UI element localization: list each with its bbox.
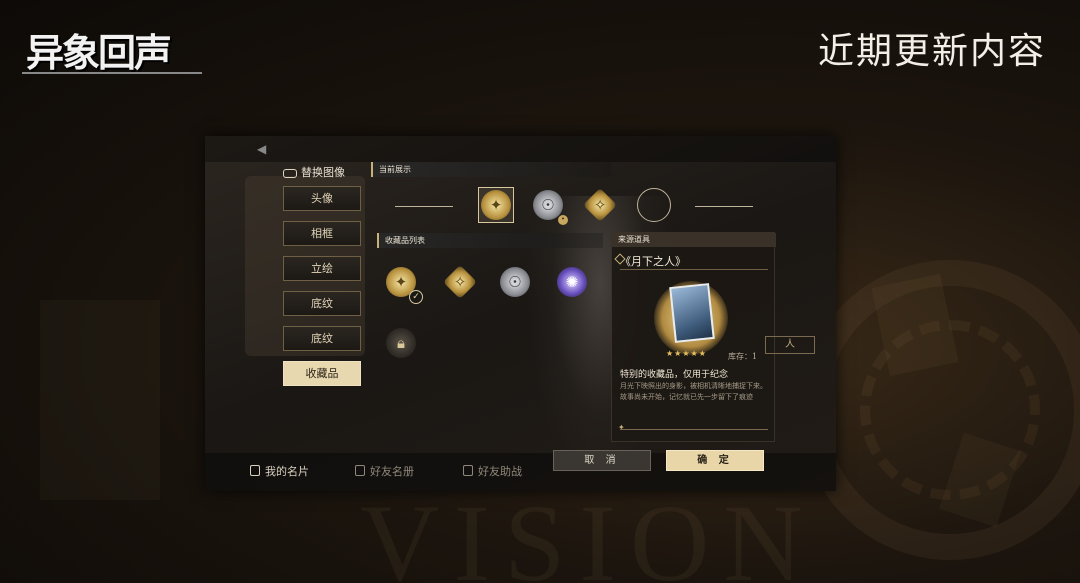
back-arrow-icon[interactable]: ◀ [257,142,266,156]
empty-slot-icon [637,188,671,222]
display-slot-3[interactable]: ✧ [582,187,618,223]
cancel-button[interactable]: 取 消 [553,450,651,471]
item-description-body: 月光下映照出的身影，被相机清晰地捕捉下来。故事尚未开始，记忆就已先一步留下了痕迹 [620,382,767,401]
check-icon: ✓ [409,290,423,304]
gold-diamond-icon: ✧ [583,188,617,222]
tab-avatar[interactable]: 头像 [283,186,361,211]
tab-pattern-2[interactable]: 底纹 [283,326,361,351]
collection-item-1[interactable]: ✦ ✓ [383,264,423,304]
screenshot-top-bar [205,136,836,162]
detail-header: 来源道具 [612,233,776,247]
detail-footer-line [620,429,768,430]
collection-item-5[interactable]: 🔒︎ [383,325,419,361]
item-name: 《月下之人》 [620,255,686,268]
sparkle-icon: ✦ [618,423,625,432]
display-slot-1[interactable]: ✦ [478,187,514,223]
tab-friend-support[interactable]: 好友助战 [463,463,522,479]
page-title: 近期更新内容 [817,31,1046,72]
item-detail-panel: 来源道具 《月下之人》 ★★★★★ 库存：1 特别的收藏品，仅用于纪念 月光下映… [611,232,776,442]
tab-portrait[interactable]: 立绘 [283,256,361,281]
friends-icon [355,465,365,476]
confirm-button[interactable]: 确 定 [666,450,764,471]
heart-icon [463,465,473,476]
detail-separator [620,269,768,270]
badge-icon: • [558,215,568,225]
divider-line [695,206,753,207]
card-icon [250,465,260,476]
gold-diamond-icon: ✧ [443,265,477,299]
item-stock: 库存：1 [728,352,758,361]
menu-title: 替换图像 [283,164,345,180]
lock-icon: 🔒︎ [386,328,416,358]
rarity-stars: ★★★★★ [666,349,707,358]
logo-underline [22,72,202,74]
divider-line [395,206,453,207]
gold-crest-icon: ✦ [481,190,511,220]
tab-friend-list[interactable]: 好友名册 [355,463,414,479]
item-photo-card-image [669,283,715,343]
display-slot-2[interactable]: ☉ • [530,187,568,225]
background-card-decoration [40,300,160,500]
item-description-title: 特别的收藏品，仅用于纪念 [620,370,729,380]
tab-collectibles[interactable]: 收藏品 [283,361,361,386]
tab-friend-list-label: 好友名册 [370,465,414,478]
collection-item-4[interactable]: ✺ [554,264,590,300]
collection-item-3[interactable]: ☉ [497,264,533,300]
purple-flower-icon: ✺ [557,267,587,297]
tab-friend-support-label: 好友助战 [478,465,522,478]
silver-mask-icon: ☉ [500,267,530,297]
background-watermark: VISION [360,482,817,583]
tab-my-card-label: 我的名片 [265,465,309,478]
tab-my-card[interactable]: 我的名片 [250,463,309,479]
swap-image-icon [283,168,297,178]
collection-item-2[interactable]: ✧ [442,264,478,300]
menu-title-label: 替换图像 [301,166,345,179]
collection-list-header: 收藏品列表 [377,233,603,248]
game-screenshot: ◀ 替换图像 头像 相框 立绘 底纹 底纹 收藏品 当前展示 ✦ ☉ • ✧ 收… [205,136,836,491]
display-slot-4[interactable] [636,187,672,223]
tab-frame[interactable]: 相框 [283,221,361,246]
side-button[interactable]: 人 [765,336,815,354]
game-logo: 异象回声 [26,31,172,75]
tab-pattern[interactable]: 底纹 [283,291,361,316]
current-display-header: 当前展示 [371,162,611,177]
